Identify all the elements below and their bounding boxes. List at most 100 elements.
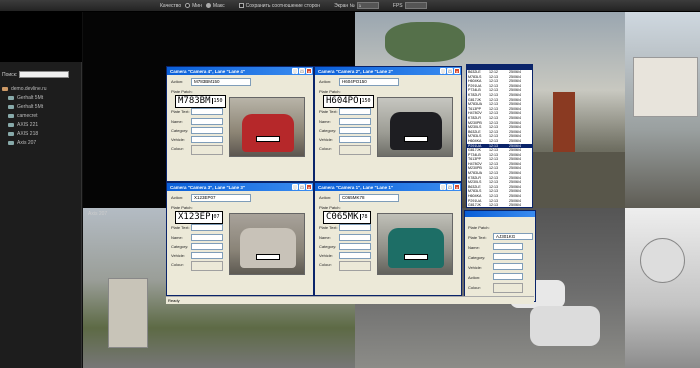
screen-select[interactable]: 1 xyxy=(356,2,379,9)
close-icon[interactable]: × xyxy=(454,68,460,74)
plate-region: 150 xyxy=(211,98,223,104)
name-field[interactable] xyxy=(339,234,371,241)
fps-select[interactable] xyxy=(404,2,427,9)
maximize-icon[interactable]: □ xyxy=(299,68,305,74)
detail-vehicle-label: Vehicle: xyxy=(468,265,483,270)
plate-patch-image: X123EP 07 xyxy=(175,211,223,224)
action-label: Action: xyxy=(171,195,184,200)
card-titlebar: Camera "Camera 4", Lane "Lane 4" _ □ × xyxy=(167,67,313,75)
aspect-label: Сохранить соотношение сторон xyxy=(245,2,321,9)
detail-vehicle-field[interactable] xyxy=(493,263,523,270)
close-icon[interactable]: × xyxy=(306,68,312,74)
detail-plate-text-field[interactable]: AJ301KG xyxy=(493,233,533,240)
name-label: Name: xyxy=(171,119,183,124)
plate-main: X123EP xyxy=(178,212,211,222)
camera-tree: demo.devline.ru Gerhalt 5Mt Gerhalt 5Mt … xyxy=(2,84,80,147)
list-cell: 25/06/4 xyxy=(509,203,521,208)
name-field[interactable] xyxy=(339,118,371,125)
car-plate xyxy=(404,254,428,260)
minimize-icon[interactable]: _ xyxy=(440,184,446,190)
tree-item-camera[interactable]: AXIS 221 xyxy=(2,120,80,129)
detail-name-label: Name: xyxy=(468,245,480,250)
detail-plate-patch-label: Plate Patch: xyxy=(468,225,490,230)
tree-item-server[interactable]: demo.devline.ru xyxy=(2,84,80,93)
vehicle-field[interactable] xyxy=(191,136,223,143)
house-shape xyxy=(108,278,148,348)
plate-main: H604PO xyxy=(326,96,359,106)
maximize-icon[interactable]: □ xyxy=(447,184,453,190)
action-label: Action: xyxy=(319,195,332,200)
car-body xyxy=(240,228,296,268)
detail-plate-text-label: Plate Text: xyxy=(468,235,487,240)
tree-label: demo.devline.ru xyxy=(11,85,47,92)
name-field[interactable] xyxy=(191,234,223,241)
plate-text-label: Plate Text: xyxy=(171,225,190,230)
colour-label: Colour: xyxy=(319,262,332,267)
tree-item-camera[interactable]: Gerhalt 5Mt xyxy=(2,102,80,111)
category-field[interactable] xyxy=(339,127,371,134)
category-field[interactable] xyxy=(191,243,223,250)
quality-min-radio[interactable]: Мин xyxy=(185,3,202,9)
quality-label: Качество xyxy=(160,2,182,9)
list-item[interactable]: G817JK 12:13 25/06/4 xyxy=(467,203,532,208)
maximize-icon[interactable]: □ xyxy=(447,68,453,74)
car-body xyxy=(390,112,442,150)
search-input[interactable] xyxy=(19,71,70,78)
action-field[interactable]: C065MK78 xyxy=(339,194,399,202)
action-field[interactable]: M783BM150 xyxy=(191,78,251,86)
category-field[interactable] xyxy=(191,127,223,134)
card-title: Camera "Camera 1", Lane "Lane 1" xyxy=(318,184,394,190)
camera-icon xyxy=(8,104,14,109)
tree-item-camera[interactable]: camecret xyxy=(2,111,80,120)
detail-titlebar xyxy=(465,211,535,217)
close-icon[interactable]: × xyxy=(454,184,460,190)
name-field[interactable] xyxy=(191,118,223,125)
plate-main: C065MK xyxy=(326,212,359,222)
tree-item-camera[interactable]: Gerhalt 5Mt xyxy=(2,93,80,102)
car-photo xyxy=(229,213,305,275)
vehicle-field[interactable] xyxy=(191,252,223,259)
detail-action-field[interactable] xyxy=(493,273,523,280)
vehicle-field[interactable] xyxy=(339,136,371,143)
action-field[interactable]: X123EP07 xyxy=(191,194,251,202)
camera-icon xyxy=(8,95,14,100)
detail-action-label: Action: xyxy=(468,275,481,280)
screen-selector: Экран № 1 xyxy=(334,2,379,9)
car-photo xyxy=(377,213,453,275)
recognition-event-list[interactable]: B632LE 12:12 25/06/4 M783LS 12:13 25/06/4 H604… xyxy=(466,64,533,208)
close-icon[interactable]: × xyxy=(306,184,312,190)
card-title: Camera "Camera 4", Lane "Lane 4" xyxy=(170,68,246,74)
plate-text-field[interactable] xyxy=(191,224,223,231)
name-label: Name: xyxy=(171,235,183,240)
camera-icon xyxy=(8,140,14,145)
detail-category-field[interactable] xyxy=(493,253,523,260)
tree-label: Axis 207 xyxy=(17,139,37,146)
action-field[interactable]: H604PO150 xyxy=(339,78,399,86)
minimize-icon[interactable]: _ xyxy=(292,184,298,190)
list-rows: B632LE 12:12 25/06/4 M783LS 12:13 25/06/4 H604… xyxy=(467,70,532,208)
video-tile-3[interactable] xyxy=(625,12,700,208)
category-label: Category: xyxy=(171,244,189,249)
video-tile-6[interactable] xyxy=(625,208,700,368)
tree-label: Gerhalt 5Mt xyxy=(17,94,44,101)
maximize-icon[interactable]: □ xyxy=(299,184,305,190)
plate-main: M783BM xyxy=(178,96,211,106)
quality-max-radio[interactable]: Макс xyxy=(205,3,225,9)
tree-item-camera[interactable]: AXIS 218 xyxy=(2,129,80,138)
plate-text-label: Plate Text: xyxy=(319,109,338,114)
minimize-icon[interactable]: _ xyxy=(440,68,446,74)
tree-item-camera[interactable]: Axis 207 xyxy=(2,138,80,147)
vehicle-field[interactable] xyxy=(339,252,371,259)
plate-text-field[interactable] xyxy=(191,108,223,115)
plate-region: 150 xyxy=(359,98,371,104)
event-detail-panel: Plate Patch: Plate Text: AJ301KG Name: C… xyxy=(464,210,536,302)
plate-text-field[interactable] xyxy=(339,224,371,231)
car-photo xyxy=(377,97,453,157)
detail-name-field[interactable] xyxy=(493,243,523,250)
card-titlebar: Camera "Camera 2", Lane "Lane 2" _ □ × xyxy=(315,67,461,75)
plate-text-field[interactable] xyxy=(339,108,371,115)
list-cell: 12:13 xyxy=(489,203,498,208)
minimize-icon[interactable]: _ xyxy=(292,68,298,74)
aspect-checkbox[interactable]: Сохранить соотношение сторон xyxy=(238,2,321,9)
category-field[interactable] xyxy=(339,243,371,250)
